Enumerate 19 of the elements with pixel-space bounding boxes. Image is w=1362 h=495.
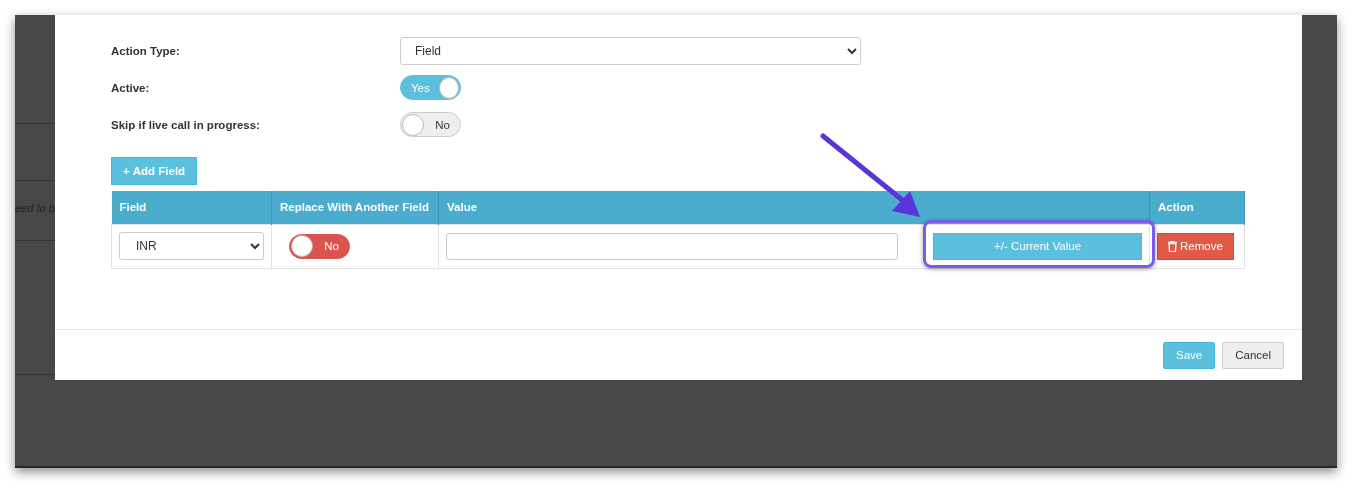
current-value-button[interactable]: +/- Current Value xyxy=(933,232,1143,260)
column-header: Field xyxy=(111,191,272,224)
trash-icon xyxy=(1168,240,1178,252)
select-field[interactable]: Field xyxy=(400,36,861,65)
value-input[interactable] xyxy=(446,232,899,260)
field-select[interactable]: INR xyxy=(119,232,264,260)
column-header: Value xyxy=(438,191,1150,224)
column-header: Replace With Another Field xyxy=(271,191,439,224)
column-header: Action xyxy=(1149,191,1245,224)
cancel-button[interactable]: Cancel xyxy=(1222,341,1284,369)
field-label: Action Type: xyxy=(111,44,181,57)
field-label: Active: xyxy=(111,81,151,94)
add-field-button[interactable]: + Add Field xyxy=(111,157,198,185)
field-label: Skip if live call in progress: xyxy=(111,118,261,131)
remove-button[interactable]: Remove xyxy=(1157,232,1234,260)
save-button[interactable]: Save xyxy=(1162,341,1216,369)
toggle-switch[interactable]: Yes xyxy=(400,75,461,100)
toggle-switch[interactable]: No xyxy=(289,233,350,259)
toggle-switch[interactable]: No xyxy=(400,112,461,137)
